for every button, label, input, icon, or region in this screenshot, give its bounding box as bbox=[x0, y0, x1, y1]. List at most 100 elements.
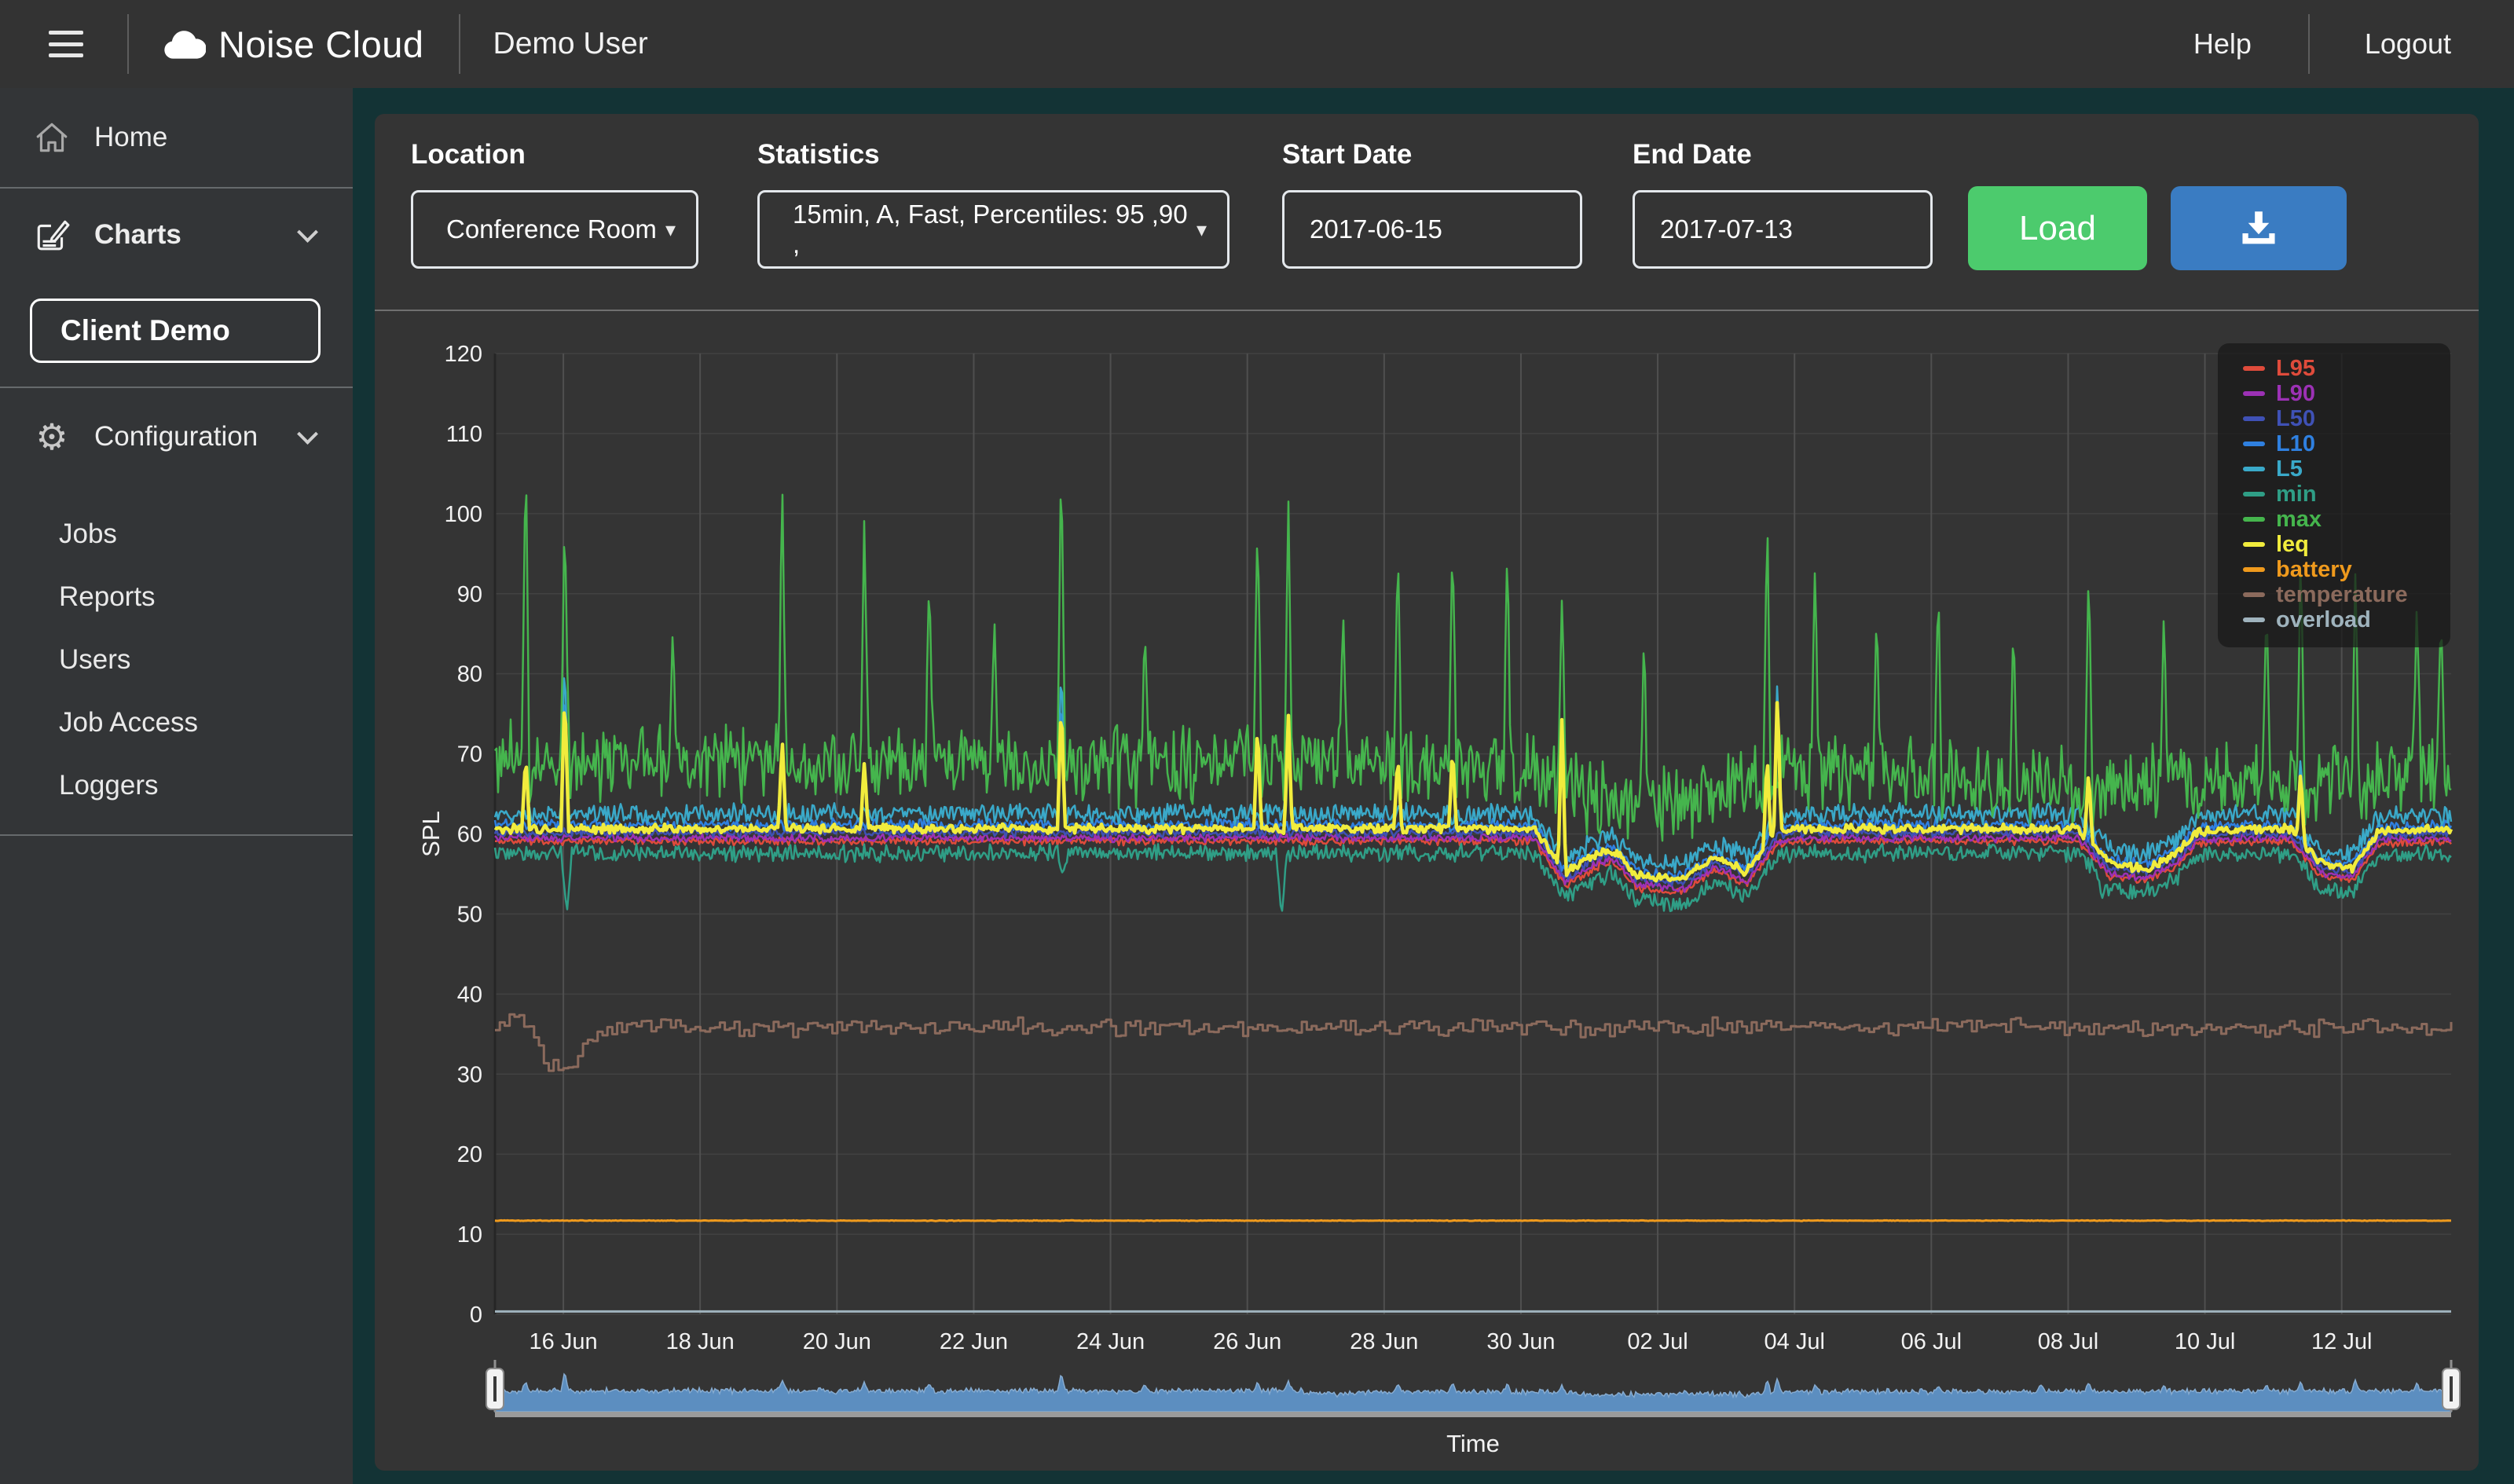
legend-item-overload[interactable]: overload bbox=[2243, 607, 2450, 632]
end-date-label: End Date bbox=[1633, 139, 1752, 170]
sidebar-item-home[interactable]: Home bbox=[0, 88, 353, 187]
chart-section: 0 10 20 30 40 50 60 70 80 90 100 110 120 16 Jun 18 Jun… bbox=[375, 311, 2479, 1471]
divider bbox=[2307, 14, 2310, 74]
legend-swatch bbox=[2243, 592, 2265, 597]
legend-item-L50[interactable]: L50 bbox=[2243, 406, 2450, 431]
noise-cloud-app: { "header": { "brand": "Noise Cloud", "u… bbox=[0, 0, 2514, 1484]
app-title: Noise Cloud bbox=[218, 23, 424, 65]
sidebar-item-label: Configuration bbox=[94, 421, 258, 452]
chevron-down-icon bbox=[297, 221, 318, 243]
legend-swatch bbox=[2243, 366, 2265, 371]
logout-link[interactable]: Logout bbox=[2365, 27, 2451, 60]
legend-label: max bbox=[2276, 506, 2322, 532]
home-icon bbox=[33, 119, 71, 156]
axis-tick-label: 100 bbox=[445, 502, 482, 527]
legend-item-leq[interactable]: leq bbox=[2243, 532, 2450, 557]
divider bbox=[127, 14, 129, 74]
location-value: Conference Room bbox=[446, 214, 657, 244]
client-demo-button[interactable]: Client Demo bbox=[30, 299, 321, 363]
legend-swatch bbox=[2243, 517, 2265, 522]
axis-tick-label: 30 Jun bbox=[1486, 1329, 1555, 1354]
axis-tick-label: 18 Jun bbox=[666, 1329, 735, 1354]
axis-tick-label: 12 Jul bbox=[2311, 1329, 2372, 1354]
y-axis-title: SPL bbox=[417, 811, 445, 857]
help-link[interactable]: Help bbox=[2193, 27, 2252, 60]
top-header: Noise Cloud Demo User Help Logout bbox=[0, 0, 2514, 88]
navigator-scrollbar-track[interactable] bbox=[495, 1412, 2451, 1417]
navigator-area[interactable] bbox=[494, 1372, 2452, 1413]
legend-label: overload bbox=[2276, 606, 2371, 632]
load-button[interactable]: Load bbox=[1968, 186, 2147, 270]
axis-tick-label: 16 Jun bbox=[530, 1329, 598, 1354]
sidebar-item-jobs[interactable]: Jobs bbox=[0, 503, 353, 566]
location-select[interactable]: Conference Room ▾ bbox=[411, 190, 698, 269]
axis-tick-label: 60 bbox=[457, 823, 482, 848]
legend-item-L10[interactable]: L10 bbox=[2243, 431, 2450, 456]
sidebar-item-label: Home bbox=[94, 122, 168, 152]
series-battery bbox=[494, 1218, 2451, 1222]
axis-tick-label: 0 bbox=[470, 1303, 482, 1328]
location-label: Location bbox=[411, 139, 526, 170]
select-arrow-icon: ▾ bbox=[665, 217, 676, 241]
gear-icon: ⚙ bbox=[35, 416, 68, 457]
divider bbox=[458, 14, 460, 74]
start-date-input[interactable] bbox=[1282, 190, 1582, 269]
axis-tick-label: 110 bbox=[446, 422, 482, 447]
legend-swatch bbox=[2243, 542, 2265, 547]
axis-tick-label: 30 bbox=[457, 1062, 482, 1087]
sidebar-item-loggers[interactable]: Loggers bbox=[0, 754, 353, 817]
legend-label: battery bbox=[2276, 556, 2352, 582]
legend-label: min bbox=[2276, 481, 2317, 507]
legend-item-battery[interactable]: battery bbox=[2243, 557, 2450, 582]
end-date-input[interactable] bbox=[1633, 190, 1933, 269]
axis-tick-label: 06 Jul bbox=[1901, 1329, 1962, 1354]
sidebar-item-job-access[interactable]: Job Access bbox=[0, 691, 353, 754]
axis-tick-label: 02 Jul bbox=[1627, 1329, 1688, 1354]
sidebar-item-charts[interactable]: Charts bbox=[0, 189, 353, 281]
legend-label: L10 bbox=[2276, 431, 2315, 456]
axis-tick-label: 26 Jun bbox=[1213, 1329, 1281, 1354]
axis-tick-label: 24 Jun bbox=[1076, 1329, 1145, 1354]
legend-label: L50 bbox=[2276, 405, 2315, 431]
download-button[interactable] bbox=[2171, 186, 2347, 270]
axis-tick-label: 28 Jun bbox=[1350, 1329, 1418, 1354]
brand: Noise Cloud bbox=[162, 23, 424, 66]
legend-item-L5[interactable]: L5 bbox=[2243, 456, 2450, 482]
legend-label: L5 bbox=[2276, 456, 2303, 482]
legend-swatch bbox=[2243, 442, 2265, 446]
series-temperature bbox=[495, 1013, 2453, 1072]
legend-label: leq bbox=[2276, 531, 2309, 557]
spl-time-chart[interactable]: 0 10 20 30 40 50 60 70 80 90 100 110 120 16 Jun 18 Jun… bbox=[375, 311, 2479, 1471]
menu-icon[interactable] bbox=[49, 31, 83, 57]
chart-legend: L95 L90 L50 L10 L5 min max leq battery temperatur… bbox=[2218, 343, 2450, 647]
charts-edit-icon bbox=[33, 216, 71, 254]
statistics-value: 15min, A, Fast, Percentiles: 95 ,90 , bbox=[793, 200, 1188, 258]
axis-tick-label: 50 bbox=[457, 902, 482, 927]
legend-item-temperature[interactable]: temperature bbox=[2243, 582, 2450, 607]
axis-tick-label: 90 bbox=[457, 582, 482, 607]
axis-tick-label: 10 bbox=[457, 1222, 482, 1248]
axis-tick-label: 10 Jul bbox=[2175, 1329, 2235, 1354]
chevron-down-icon bbox=[297, 423, 318, 445]
legend-swatch bbox=[2243, 467, 2265, 471]
sidebar-item-label: Charts bbox=[94, 219, 181, 250]
axis-tick-label: 80 bbox=[457, 662, 482, 687]
sidebar-item-users[interactable]: Users bbox=[0, 628, 353, 691]
legend-swatch bbox=[2243, 617, 2265, 622]
cloud-icon bbox=[164, 31, 206, 59]
sidebar-item-reports[interactable]: Reports bbox=[0, 566, 353, 628]
axis-tick-label: 120 bbox=[445, 342, 482, 367]
legend-swatch bbox=[2243, 567, 2265, 572]
legend-swatch bbox=[2243, 391, 2265, 396]
sidebar-item-configuration[interactable]: ⚙ Configuration bbox=[0, 388, 353, 486]
legend-swatch bbox=[2243, 416, 2265, 421]
main-panel: Location Conference Room ▾ Statistics 15… bbox=[375, 114, 2479, 1471]
legend-item-L95[interactable]: L95 bbox=[2243, 356, 2450, 381]
legend-item-min[interactable]: min bbox=[2243, 482, 2450, 507]
statistics-select[interactable]: 15min, A, Fast, Percentiles: 95 ,90 , ▾ bbox=[757, 190, 1230, 269]
axis-tick-label: 08 Jul bbox=[2038, 1329, 2098, 1354]
download-icon bbox=[2242, 211, 2275, 244]
legend-item-max[interactable]: max bbox=[2243, 507, 2450, 532]
legend-item-L90[interactable]: L90 bbox=[2243, 381, 2450, 406]
select-arrow-icon: ▾ bbox=[1196, 217, 1207, 241]
